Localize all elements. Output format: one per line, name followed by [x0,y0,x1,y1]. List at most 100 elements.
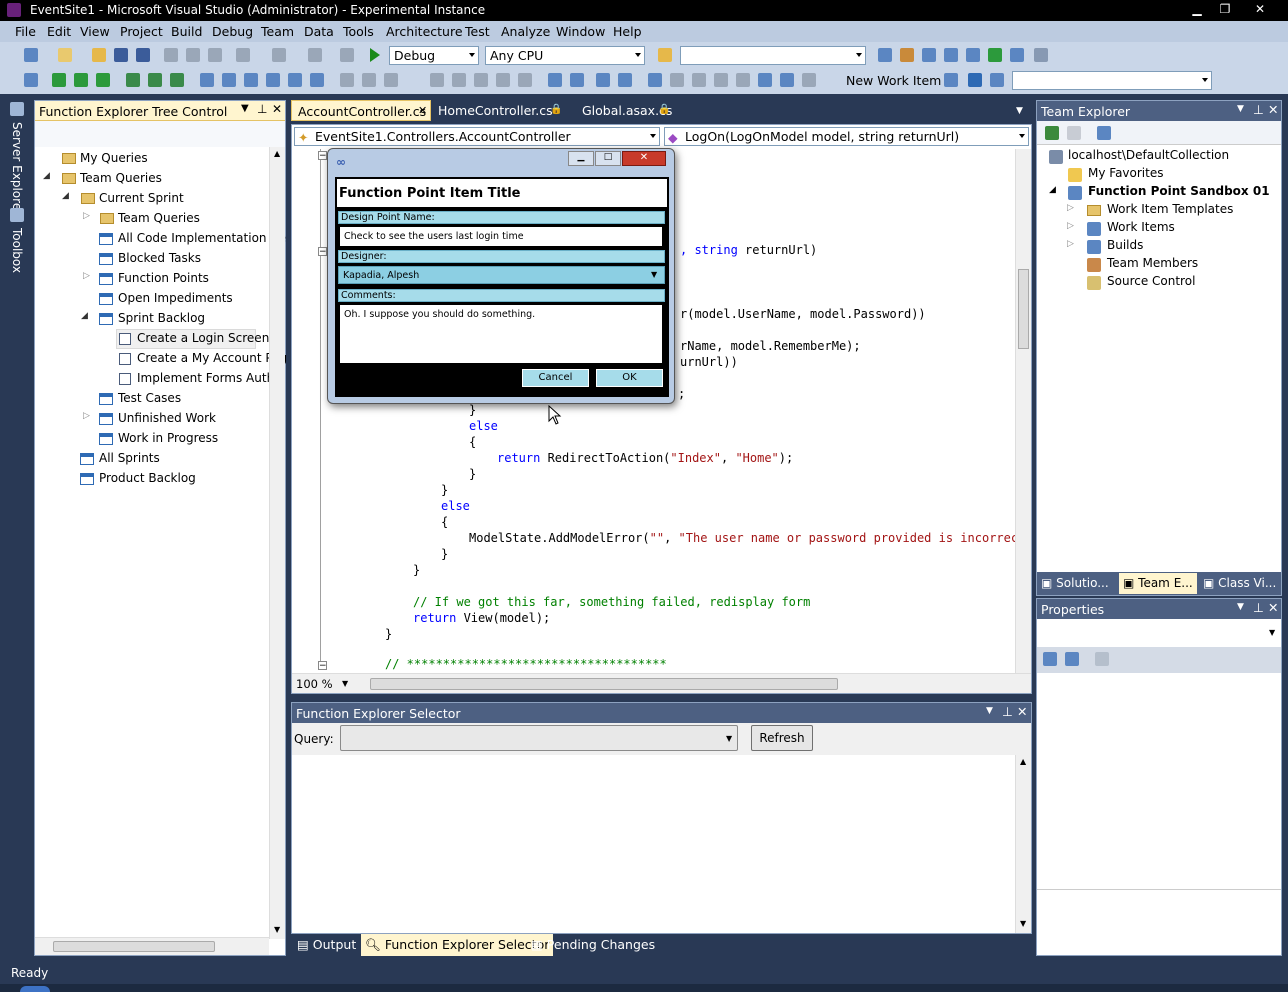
dialog-minimize-button[interactable]: ▁ [568,151,594,166]
tree-horizontal-scrollbar[interactable] [35,937,269,955]
new-project-icon[interactable] [24,48,38,62]
indent-icon[interactable] [266,73,280,87]
tree-item[interactable]: Open Impediments [118,291,233,305]
panel-menu-icon[interactable]: ▼ [1237,104,1244,114]
callout-icon[interactable] [802,73,816,87]
team-explorer-item[interactable]: My Favorites [1088,166,1163,180]
tab-solution-explorer[interactable]: ▣ Solutio... [1041,576,1109,590]
cut-icon[interactable] [164,48,178,62]
scroll-down-icon[interactable]: ▼ [1020,919,1026,928]
start-page-icon[interactable] [988,48,1002,62]
expand-icon[interactable]: ▷ [1067,221,1074,231]
spacing-icon[interactable] [518,73,532,87]
next-bookmark-icon[interactable] [170,73,184,87]
collapse-icon[interactable]: ◢ [1049,185,1056,195]
scroll-thumb[interactable] [370,678,838,690]
go-to-work-item-icon[interactable] [968,73,982,87]
arrow-icon[interactable] [758,73,772,87]
expand-icon[interactable]: ▷ [1067,239,1074,249]
tree-item[interactable]: All Sprints [99,451,160,465]
center-icon[interactable] [596,73,610,87]
scroll-thumb[interactable] [53,941,215,952]
decrease-indent-icon[interactable] [548,73,562,87]
callout-icon[interactable] [692,73,706,87]
minimize-button[interactable]: ▁ [1184,0,1210,19]
refresh-button[interactable]: Refresh [751,725,813,751]
menu-team[interactable]: Team [261,24,294,39]
zoom-level[interactable]: 100 % [296,677,333,691]
properties-object-select[interactable]: ▼ [1039,623,1279,643]
panel-menu-icon[interactable]: ▼ [1237,602,1244,612]
previous-bookmark-icon[interactable] [148,73,162,87]
menu-edit[interactable]: Edit [47,24,71,39]
chevron-down-icon[interactable]: ▼ [342,679,348,688]
collapse-icon[interactable]: ◢ [43,171,50,181]
copy-icon[interactable] [186,48,200,62]
spacing-icon[interactable] [474,73,488,87]
tree-item[interactable]: My Queries [80,151,148,165]
menu-help[interactable]: Help [613,24,642,39]
class-navigation-select[interactable]: ✦ EventSite1.Controllers.AccountControlle… [294,127,660,146]
panel-menu-icon[interactable]: ▼ [986,706,993,716]
tab-list-dropdown-icon[interactable]: ▼ [1016,106,1023,116]
scroll-up-icon[interactable]: ▲ [1020,757,1026,766]
menu-tools[interactable]: Tools [343,24,374,39]
expand-icon[interactable]: ▷ [1067,203,1074,213]
find-work-item-icon[interactable] [990,73,1004,87]
find-in-files-icon[interactable] [658,48,672,62]
pin-icon[interactable]: ⊥ [1002,704,1013,719]
team-explorer-item[interactable]: Work Items [1107,220,1175,234]
tab-home-controller[interactable]: HomeController.cs 🔒 [432,100,572,121]
step-into-icon[interactable] [52,73,66,87]
document-icon[interactable] [24,73,38,87]
save-all-icon[interactable] [136,48,150,62]
increase-indent-icon[interactable] [570,73,584,87]
spacing-icon[interactable] [496,73,510,87]
menu-window[interactable]: Window [556,24,605,39]
menu-architecture[interactable]: Architecture [386,24,463,39]
team-explorer-item[interactable]: Builds [1107,238,1143,252]
start-button-icon[interactable] [20,986,50,992]
query-select[interactable]: ▼ [340,725,738,751]
expand-icon[interactable]: ▷ [83,211,90,221]
tree-item[interactable]: Current Sprint [99,191,184,205]
object-browser-icon[interactable] [922,48,936,62]
outline-collapse-icon[interactable]: − [318,151,327,161]
scroll-up-icon[interactable]: ▲ [274,149,280,158]
tree-item[interactable]: Product Backlog [99,471,196,485]
open-file-icon[interactable] [92,48,106,62]
menu-analyze[interactable]: Analyze [501,24,550,39]
comment-icon[interactable] [200,73,214,87]
solution-explorer-icon[interactable] [878,48,892,62]
uncomment-icon[interactable] [222,73,236,87]
outline-collapse-icon[interactable]: − [318,661,327,671]
close-window-button[interactable]: ✕ [1240,0,1280,19]
format-icon[interactable] [288,73,302,87]
team-explorer-item[interactable]: Source Control [1107,274,1195,288]
tree-item[interactable]: All Code Implementation Ite [118,231,286,245]
close-icon[interactable]: ✕ [272,102,282,116]
solution-platform-select[interactable]: Any CPU [485,46,645,65]
close-icon[interactable]: ✕ [418,104,427,117]
toolbox-icon[interactable] [944,48,958,62]
menu-debug[interactable]: Debug [212,24,253,39]
toolbox-tab[interactable]: Toolbox [10,228,24,273]
scroll-thumb[interactable] [1018,269,1029,349]
menu-project[interactable]: Project [120,24,163,39]
tab-team-explorer[interactable]: ▣ Team E... [1119,573,1197,594]
close-icon[interactable]: ✕ [1017,704,1027,719]
tab-class-view[interactable]: ▣ Class Vi... [1203,576,1276,590]
tab-global-asax[interactable]: Global.asax.cs 🔒 [576,100,706,121]
rectangle-icon[interactable] [648,73,662,87]
extension-manager-icon[interactable] [1010,48,1024,62]
navigate-backward-icon[interactable] [308,48,322,62]
spacing-icon[interactable] [452,73,466,87]
callout-icon[interactable] [670,73,684,87]
dialog-close-button[interactable]: ✕ [622,151,666,166]
tree-item[interactable]: Blocked Tasks [118,251,201,265]
close-icon[interactable]: ✕ [1268,600,1278,615]
team-explorer-item[interactable]: Function Point Sandbox 01 [1088,184,1270,198]
tree-vertical-scrollbar[interactable]: ▲ ▼ [269,147,285,939]
team-explorer-item[interactable]: Team Members [1107,256,1198,270]
properties-window-icon[interactable] [900,48,914,62]
